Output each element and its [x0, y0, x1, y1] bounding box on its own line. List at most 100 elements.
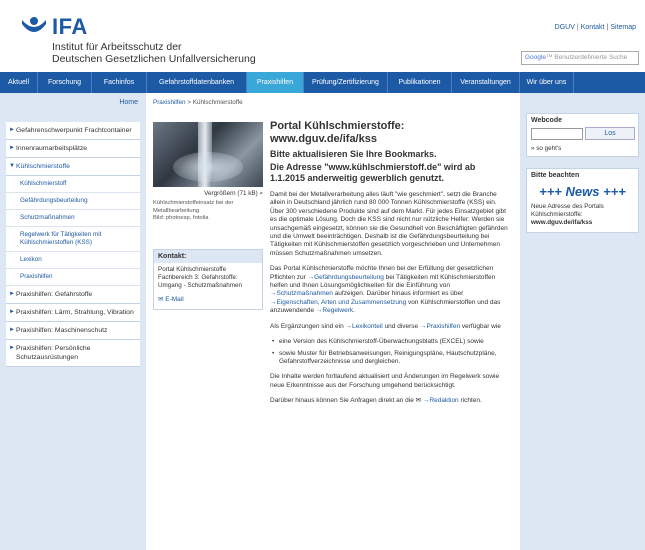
sidebar-item-label: Praxishilfen: Persönliche Schutzausrüstu…	[16, 345, 91, 361]
chevron-right-icon: ►	[9, 345, 15, 351]
right-sidebar: Webcode Los » so geht's Bitte beachten +…	[520, 93, 645, 550]
nav-item-aktuell[interactable]: Aktuell	[0, 72, 38, 93]
contact-body: Portal Kühlschmierstoffe Fachbereich 3: …	[158, 266, 242, 289]
nav-item-pruefung[interactable]: Prüfung/Zertifizierung	[304, 72, 388, 93]
link-regelwerk[interactable]: Regelwerk	[316, 307, 353, 314]
enlarge-image-link[interactable]: Vergrößern (71 kB) ⌕	[153, 190, 263, 198]
address-notice: Die Adresse "www.kühlschmierstoff.de" wi…	[270, 162, 476, 183]
dguv-logo-icon[interactable]	[20, 14, 48, 42]
main-content: Praxishilfen > Kühlschmierstoffe Vergröß…	[146, 93, 520, 550]
nav-item-praxishilfen[interactable]: Praxishilfen	[247, 72, 304, 93]
page-title-line1: Portal Kühlschmierstoffe:	[270, 120, 405, 132]
chevron-right-icon: ►	[9, 145, 15, 151]
text: verfügbar wie	[461, 322, 501, 330]
link-redaktion[interactable]: Redaktion	[423, 397, 459, 404]
image-credit: Bild: photoesp, fotolia	[153, 215, 209, 221]
sidebar-item-psa[interactable]: ► Praxishilfen: Persönliche Schutzausrüst…	[6, 340, 140, 367]
sidebar-item-laerm[interactable]: ► Praxishilfen: Lärm, Strahlung, Vibratio…	[6, 304, 140, 322]
header: IFA Institut für Arbeitsschutz der Deuts…	[0, 0, 645, 72]
sidebar-item-gefahrstoffe[interactable]: ► Praxishilfen: Gefahrstoffe	[6, 286, 140, 304]
chevron-right-icon: ►	[9, 291, 15, 297]
news-banner[interactable]: +++ News +++	[527, 182, 638, 201]
breadcrumb-link-praxishilfen[interactable]: Praxishilfen	[153, 99, 186, 106]
link-lexikonteil[interactable]: Lexikonteil	[346, 323, 383, 330]
search-input[interactable]: Google™ Benutzerdefinierte Suche	[521, 51, 639, 65]
webcode-help-link[interactable]: » so geht's	[531, 145, 561, 152]
page-title-line2: www.dguv.de/ifa/kss	[270, 133, 377, 145]
news-text-body: Neue Adresse des Portals Kühlschmierstof…	[531, 203, 604, 218]
sidebar-item-kuehlschmierstoffe[interactable]: ▼ Kühlschmierstoffe	[6, 158, 140, 176]
home-link[interactable]: Home	[119, 99, 138, 106]
magnifier-icon: ⌕	[259, 190, 263, 197]
breadcrumb: Praxishilfen > Kühlschmierstoffe	[153, 99, 243, 106]
image-caption: Kühlschmierstoffeinsatz bei der Metallbe…	[153, 200, 263, 223]
list-item: eine Version des Kühlschmierstoff-Überwa…	[270, 338, 512, 347]
nav-item-forschung[interactable]: Forschung	[38, 72, 92, 93]
sidebar-subitem-lexikon[interactable]: Lexikon	[6, 252, 140, 269]
sidebar-item-label: Praxishilfen: Maschinenschutz	[16, 327, 108, 334]
chevron-right-icon: ►	[9, 127, 15, 133]
main-navigation: Aktuell Forschung Fachinfos Gefahrstoffd…	[0, 72, 645, 93]
sidebar-subitem-schutzmassnahmen[interactable]: Schutzmaßnahmen	[6, 210, 140, 227]
contact-title: Kontakt:	[154, 250, 262, 263]
bullet-list: eine Version des Kühlschmierstoff-Überwa…	[270, 338, 512, 366]
webcode-title: Webcode	[531, 117, 562, 124]
enlarge-label: Vergrößern (71 kB)	[204, 190, 258, 197]
nav-item-veranstaltungen[interactable]: Veranstaltungen	[452, 72, 520, 93]
sidebar-subitem-praxishilfen[interactable]: Praxishilfen	[6, 269, 140, 286]
sidebar-item-label: Praxishilfen: Gefahrstoffe	[16, 291, 93, 298]
breadcrumb-separator: >	[187, 99, 191, 106]
paragraph-intro: Damit bei der Metallverarbeitung alles l…	[270, 191, 508, 257]
text: und diverse	[384, 322, 419, 330]
sidebar-subitem-gefaehrdungsbeurteilung[interactable]: Gefährdungsbeurteilung	[6, 193, 140, 210]
webcode-input[interactable]	[531, 128, 583, 140]
paragraph-ergaenzungen: Als Ergänzungen sind ein Lexikonteil und…	[270, 323, 512, 331]
sidebar-item-frachtcontainer[interactable]: ► Gefahrenschwerpunkt Frachtcontainer	[6, 122, 140, 140]
link-schutzmassnahmen[interactable]: Schutzmaßnahmen	[270, 290, 333, 297]
webcode-submit-button[interactable]: Los	[585, 127, 635, 140]
paragraph-portal: Das Portal Kühlschmierstoffe möchte Ihne…	[270, 265, 512, 315]
top-link-kontakt[interactable]: Kontakt	[581, 24, 605, 31]
news-url: www.dguv.de/ifa/kss	[531, 219, 593, 226]
contact-email-link[interactable]: ✉ E-Mail	[154, 293, 262, 309]
sidebar-item-label: Kühlschmierstoffe	[16, 163, 70, 170]
sidebar-nav: ► Gefahrenschwerpunkt Frachtcontainer ► In…	[6, 122, 140, 367]
top-link-dguv[interactable]: DGUV	[555, 24, 575, 31]
sidebar-item-label: Gefahrenschwerpunkt Frachtcontainer	[16, 127, 132, 134]
nav-item-gefahrstoffdatenbanken[interactable]: Gefahrstoffdatenbanken	[147, 72, 247, 93]
top-link-sitemap[interactable]: Sitemap	[610, 24, 636, 31]
webcode-box: Webcode Los » so geht's	[526, 113, 639, 157]
mail-icon: ✉	[415, 397, 422, 405]
notice-box: Bitte beachten +++ News +++ Neue Adresse…	[526, 168, 639, 233]
page-subtitle: Bitte aktualisieren Sie Ihre Bookmarks.	[270, 149, 437, 159]
news-text: Neue Adresse des Portals Kühlschmierstof…	[527, 201, 638, 232]
logo-text[interactable]: IFA	[52, 14, 88, 40]
google-label: Google	[525, 54, 546, 61]
link-eigenschaften[interactable]: Eigenschaften, Arten und Zusammensetzung	[270, 299, 406, 306]
nav-item-fachinfos[interactable]: Fachinfos	[92, 72, 147, 93]
institute-name-line2: Deutschen Gesetzlichen Unfallversicherun…	[52, 53, 256, 65]
sidebar-item-innenraum[interactable]: ► Innenraumarbeitsplätze	[6, 140, 140, 158]
page-title: Portal Kühlschmierstoffe: www.dguv.de/if…	[270, 120, 512, 146]
image-caption-text: Kühlschmierstoffeinsatz bei der Metallbe…	[153, 200, 234, 214]
institute-name-line1: Institut für Arbeitsschutz der	[52, 41, 182, 53]
text: Darüber hinaus können Sie Anfragen direk…	[270, 397, 414, 405]
top-links: DGUV | Kontakt | Sitemap	[555, 24, 636, 31]
sidebar-subitem-kuehlschmierstoff[interactable]: Kühlschmierstoff	[6, 176, 140, 193]
chevron-down-icon: ▼	[9, 163, 15, 169]
nav-item-publikationen[interactable]: Publikationen	[388, 72, 452, 93]
text: Als Ergänzungen sind ein	[270, 322, 344, 330]
list-item: sowie Muster für Betriebsanweisungen, Re…	[270, 350, 512, 367]
link-gefaehrdungsbeurteilung[interactable]: Gefährdungsbeurteilung	[308, 274, 384, 281]
contact-box: Kontakt: Portal Kühlschmierstoffe Fachbe…	[153, 249, 263, 310]
link-praxishilfen[interactable]: Praxishilfen	[420, 323, 460, 330]
nav-filler	[574, 72, 645, 93]
notice-title: Bitte beachten	[531, 172, 580, 179]
nav-item-wir-ueber-uns[interactable]: Wir über uns	[520, 72, 574, 93]
mail-icon: ✉	[158, 296, 164, 303]
search-placeholder: Benutzerdefinierte Suche	[554, 54, 628, 61]
article-image[interactable]	[153, 122, 263, 187]
sidebar-item-maschinenschutz[interactable]: ► Praxishilfen: Maschinenschutz	[6, 322, 140, 340]
sidebar-subitem-regelwerk[interactable]: Regelwerk für Tätigkeiten mit Kühlschmie…	[6, 227, 140, 252]
image-spray-shape	[173, 152, 243, 182]
